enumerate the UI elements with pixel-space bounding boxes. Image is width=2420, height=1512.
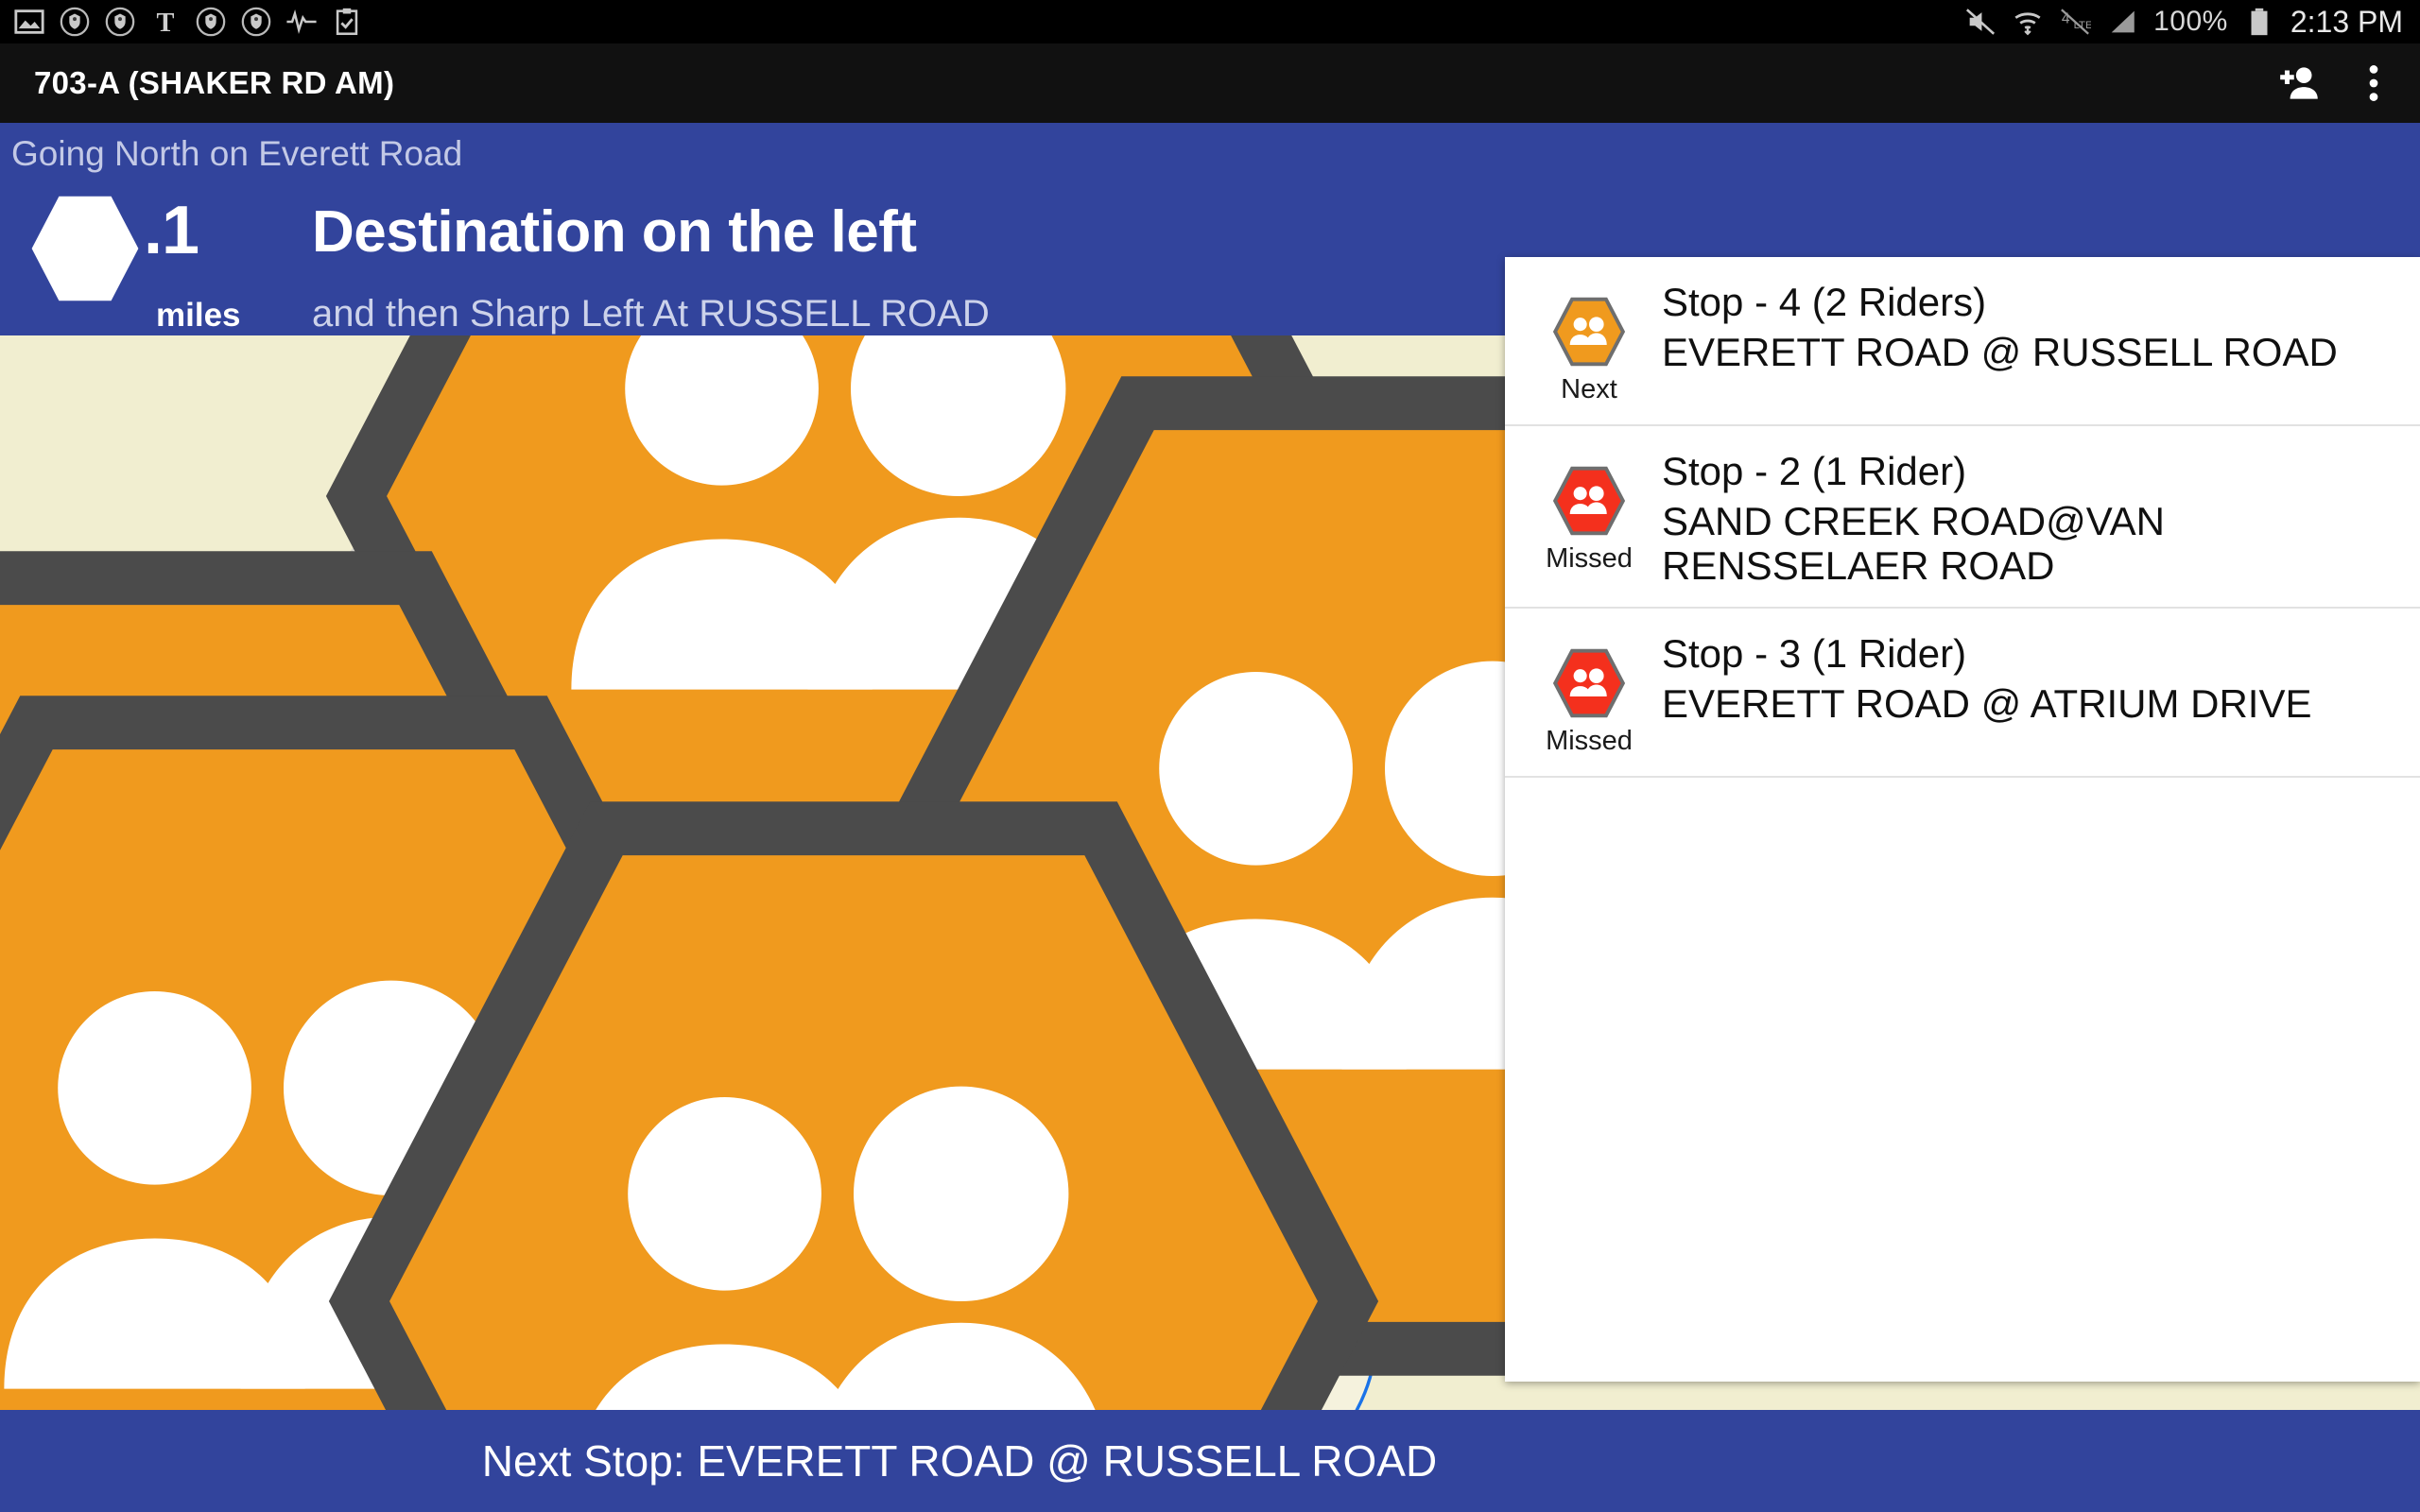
shield-notification-icon [105,7,135,37]
image-icon [14,9,44,34]
stop-details: Stop - 2 (1 Rider) SAND CREEK ROAD@VAN R… [1656,443,2405,588]
stop-address: EVERETT ROAD @ ATRIUM DRIVE [1662,681,2312,727]
hexagon-maneuver-icon [31,196,139,301]
stop-status-indicator: Missed [1522,626,1656,757]
stop-state-label: Next [1561,374,1617,404]
current-road-label: Going North on Everett Road [11,134,463,173]
clipboard-check-icon [336,8,358,36]
shield-notification-icon [196,7,226,37]
app-root: T 4 LTE 100% 2:13 PM 703-A (SHAKER RD AM… [0,0,2420,1512]
next-stop-bar: Next Stop: EVERETT ROAD @ RUSSELL ROAD [0,1410,2420,1512]
action-bar-buttons [2276,60,2420,107]
stop-status-indicator: Missed [1522,443,1656,575]
add-person-icon[interactable] [2276,60,2324,107]
svg-text:T: T [157,9,175,38]
stop-list-item[interactable]: Missed Stop - 2 (1 Rider) SAND CREEK ROA… [1505,426,2420,610]
battery-percent-label: 100% [2153,6,2228,37]
clock-label: 2:13 PM [2290,4,2403,39]
battery-full-icon [2251,8,2268,36]
distance-value: .1 [144,193,199,268]
mute-icon [1966,9,1996,35]
cell-signal-icon [2111,10,2135,33]
riders-hexagon-icon [1552,297,1626,367]
stop-details: Stop - 3 (1 Rider) EVERETT ROAD @ ATRIUM… [1656,626,2405,726]
stop-title: Stop - 4 (2 Riders) [1662,280,1987,324]
next-maneuver-instruction: and then Sharp Left At RUSSELL ROAD [312,293,990,335]
newspaper-nyt-icon: T [157,9,175,38]
lte-signal-off-icon: 4 LTE [2061,9,2091,35]
status-bar-notification-icons: T [0,6,363,38]
stops-panel: Next Stop - 4 (2 Riders) EVERETT ROAD @ … [1505,257,2420,1382]
stop-state-label: Missed [1546,726,1633,757]
next-stop-label: Next Stop: EVERETT ROAD @ RUSSELL ROAD [481,1436,1438,1486]
overflow-menu-icon[interactable] [2363,60,2384,107]
distance-unit-label: miles [156,297,241,334]
android-status-bar: T 4 LTE 100% 2:13 PM [0,0,2420,43]
pulse-icon [286,9,317,35]
stops-panel-empty-area [1505,778,2420,1308]
stop-title: Stop - 2 (1 Rider) [1662,449,1967,493]
page-title: 703-A (SHAKER RD AM) [34,65,395,100]
stop-title: Stop - 3 (1 Rider) [1662,631,1967,677]
shield-notification-icon [241,7,271,37]
maneuver-instruction: Destination on the left [312,199,917,265]
shield-notification-icon [60,7,90,37]
stop-state-label: Missed [1546,543,1633,574]
stop-address: EVERETT ROAD @ RUSSELL ROAD [1662,330,2338,375]
stop-details: Stop - 4 (2 Riders) EVERETT ROAD @ RUSSE… [1656,274,2405,374]
app-action-bar: 703-A (SHAKER RD AM) [0,43,2420,123]
riders-hexagon-icon [1552,466,1626,536]
wifi-icon [2014,12,2041,36]
stop-list-item[interactable]: Next Stop - 4 (2 Riders) EVERETT ROAD @ … [1505,257,2420,426]
stop-address: SAND CREEK ROAD@VAN RENSSELAER ROAD [1662,499,2165,589]
stop-status-indicator: Next [1522,274,1656,405]
riders-hexagon-icon [1552,648,1626,718]
stop-list-item[interactable]: Missed Stop - 3 (1 Rider) EVERETT ROAD @… [1505,609,2420,779]
status-bar-system-icons: 4 LTE 100% 2:13 PM [1964,5,2420,40]
